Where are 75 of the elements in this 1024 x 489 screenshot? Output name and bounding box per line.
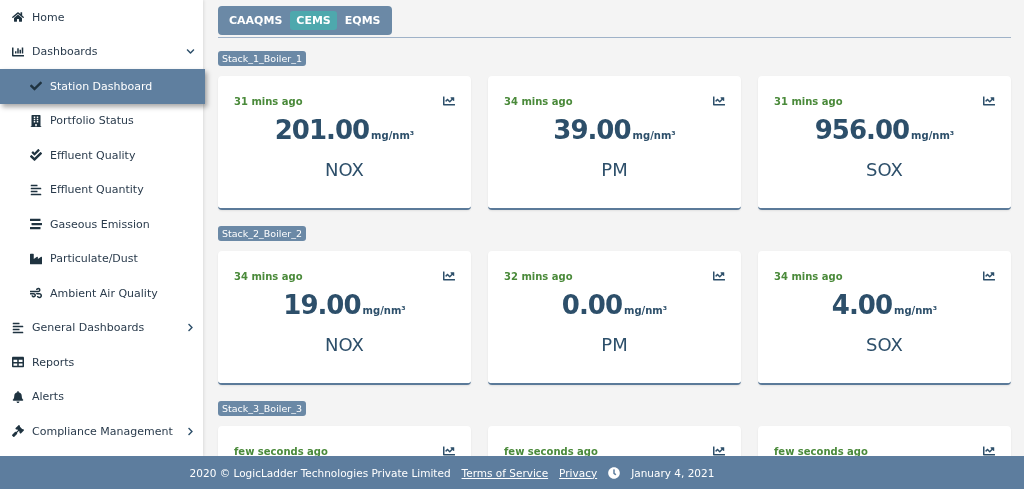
line-chart-icon[interactable]	[443, 95, 455, 107]
time-ago: few seconds ago	[774, 445, 868, 456]
line-chart-icon[interactable]	[713, 270, 725, 282]
line-chart-icon[interactable]	[983, 445, 995, 456]
sidebar-item[interactable]: General Dashboards	[0, 310, 203, 345]
section-label: Stack_1_Boiler_1	[218, 51, 306, 66]
section-label: Stack_3_Boiler_3	[218, 401, 306, 416]
reading-value: 19.00	[283, 290, 361, 320]
sidebar-item[interactable]: Particulate/Dust	[0, 241, 203, 276]
unit-label: mg/nm³	[624, 305, 668, 316]
reading-value: 201.00	[274, 115, 370, 145]
chevron-right-icon	[186, 426, 195, 436]
sidebar-item[interactable]: Effluent Quality	[0, 138, 203, 173]
footer-link[interactable]: Terms of Service	[461, 466, 549, 479]
parameter-name: PM	[600, 159, 629, 180]
lines-icon	[30, 218, 42, 231]
double-check-icon	[30, 149, 42, 162]
sidebar-item[interactable]: Station Dashboard	[0, 69, 205, 104]
sidebar-item[interactable]: Compliance Management	[0, 414, 203, 449]
footer-link[interactable]: Privacy	[559, 466, 598, 479]
unit-label: mg/nm³	[911, 130, 955, 141]
check-icon	[30, 80, 42, 93]
line-chart-icon[interactable]	[443, 445, 455, 456]
time-ago: 31 mins ago	[234, 95, 303, 107]
sidebar-item[interactable]: Ambient Air Quality	[0, 276, 203, 311]
tab[interactable]: CAAQMS	[223, 11, 289, 30]
parameter-name: NOX	[324, 159, 365, 180]
unit-label: mg/nm³	[632, 130, 676, 141]
time-ago: 32 mins ago	[504, 270, 573, 282]
reading-value: 4.00	[831, 290, 892, 320]
sidebar-item[interactable]: Home	[0, 0, 203, 35]
bar-chart-icon	[12, 45, 24, 58]
time-ago: few seconds ago	[234, 445, 328, 456]
parameter-name: NOX	[324, 334, 365, 355]
parameter-name: SOX	[865, 159, 904, 180]
gavel-icon	[12, 425, 24, 438]
chevron-down-icon	[186, 47, 195, 57]
unit-label: mg/nm³	[362, 305, 406, 316]
parameter-name: SOX	[865, 334, 904, 355]
line-chart-icon[interactable]	[983, 270, 995, 282]
lines-icon	[30, 183, 42, 196]
date-text: January 4, 2021	[631, 466, 715, 479]
sidebar-item[interactable]: Alerts	[0, 379, 203, 414]
copyright-text: 2020 © LogicLadder Technologies Private Limited	[189, 466, 451, 479]
section-label: Stack_2_Boiler_2	[218, 226, 306, 241]
sidebar-item[interactable]: Portfolio Status	[0, 103, 203, 138]
parameter-name: PM	[600, 334, 629, 355]
time-ago: 34 mins ago	[234, 270, 303, 282]
factory-icon	[30, 252, 42, 265]
unit-label: mg/nm³	[371, 130, 415, 141]
sidebar-item[interactable]: Effluent Quantity	[0, 172, 203, 207]
lines-icon	[12, 321, 24, 334]
line-chart-icon[interactable]	[443, 270, 455, 282]
building-icon	[30, 114, 42, 127]
sidebar-item[interactable]: Dashboards	[0, 34, 203, 69]
time-ago: 34 mins ago	[774, 270, 843, 282]
chevron-right-icon	[186, 323, 195, 333]
clock-icon	[608, 466, 621, 479]
reading-value: 956.00	[814, 115, 910, 145]
tab[interactable]: EQMS	[338, 11, 387, 30]
line-chart-icon[interactable]	[713, 95, 725, 107]
table-icon	[12, 356, 24, 369]
time-ago: 31 mins ago	[774, 95, 843, 107]
reading-value: 39.00	[553, 115, 631, 145]
time-ago: 34 mins ago	[504, 95, 573, 107]
line-chart-icon[interactable]	[713, 445, 725, 456]
line-chart-icon[interactable]	[983, 95, 995, 107]
sidebar-item[interactable]: Gaseous Emission	[0, 207, 203, 242]
reading-value: 0.00	[561, 290, 622, 320]
wind-icon	[30, 287, 42, 300]
home-icon	[12, 11, 24, 24]
bell-icon	[12, 390, 24, 403]
time-ago: few seconds ago	[504, 445, 598, 456]
unit-label: mg/nm³	[894, 305, 938, 316]
sidebar-item[interactable]: Reports	[0, 345, 203, 380]
